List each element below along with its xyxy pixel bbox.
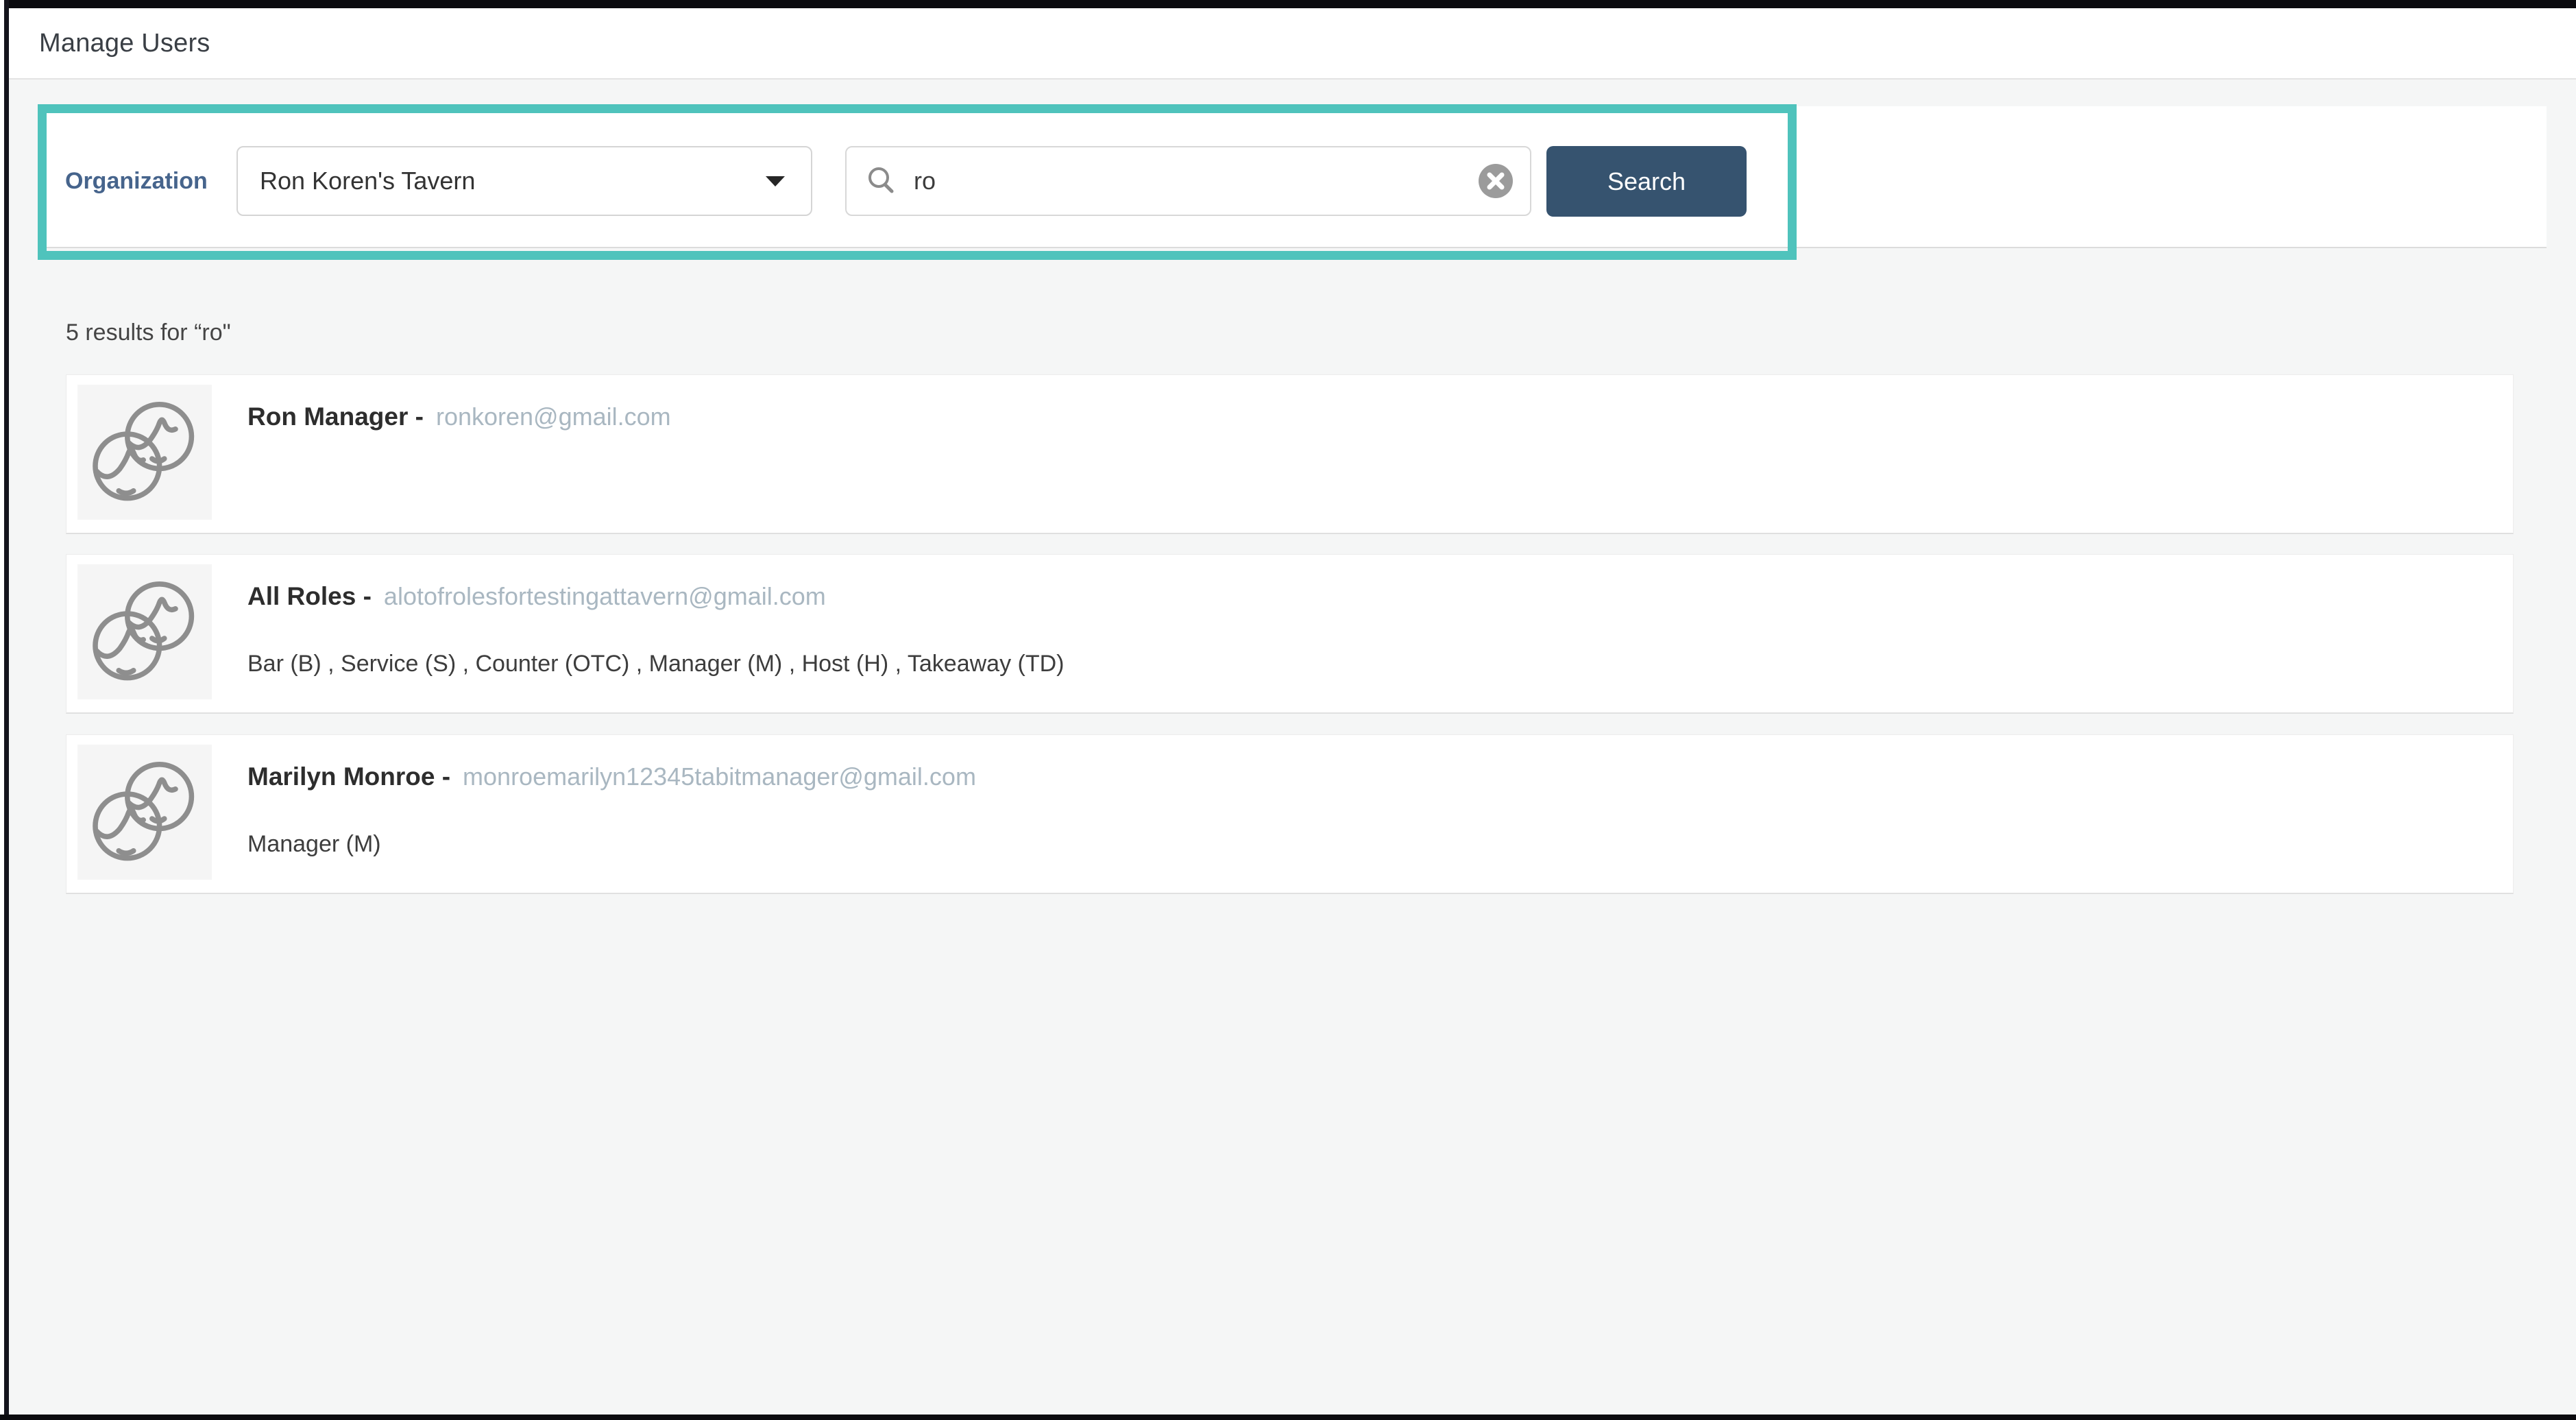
user-name-row: Ron Manager - ronkoren@gmail.com (247, 402, 671, 431)
user-card[interactable]: Marilyn Monroe - monroemarilyn12345tabit… (66, 734, 2514, 894)
two-faces-avatar-icon (83, 751, 206, 874)
window-frame-left-border (4, 0, 9, 1420)
page-title: Manage Users (39, 29, 210, 58)
two-faces-avatar-icon (83, 570, 206, 694)
user-card[interactable]: Ron Manager - ronkoren@gmail.com (66, 374, 2514, 534)
user-name: All Roles - (247, 582, 372, 611)
window-frame-bottom (0, 1415, 2576, 1420)
search-button[interactable]: Search (1546, 146, 1747, 217)
avatar (77, 385, 212, 520)
user-name: Ron Manager - (247, 402, 424, 431)
user-name-row: All Roles - alotofrolesfortestingattaver… (247, 582, 826, 611)
search-field (845, 146, 1531, 216)
caret-down-icon (766, 176, 785, 186)
avatar (77, 745, 212, 880)
user-email: ronkoren@gmail.com (436, 402, 671, 431)
user-email: alotofrolesfortestingattavern@gmail.com (384, 582, 826, 611)
page-header: Manage Users (9, 8, 2576, 80)
clear-circle-icon (1478, 163, 1514, 199)
results-summary: 5 results for “ro" (66, 320, 231, 346)
window-frame-top (0, 0, 2576, 8)
two-faces-avatar-icon (83, 391, 206, 514)
search-input[interactable] (912, 166, 1478, 196)
user-card[interactable]: All Roles - alotofrolesfortestingattaver… (66, 554, 2514, 714)
user-roles: Manager (M) (247, 831, 381, 858)
user-email: monroemarilyn12345tabitmanager@gmail.com (463, 762, 976, 791)
user-roles: Bar (B) , Service (S) , Counter (OTC) , … (247, 651, 1064, 677)
clear-search-button[interactable] (1478, 163, 1514, 199)
organization-label: Organization (65, 146, 208, 216)
search-icon (866, 165, 897, 197)
organization-select[interactable]: Ron Koren's Tavern (236, 146, 812, 216)
organization-select-value: Ron Koren's Tavern (260, 167, 475, 195)
manage-users-page: Manage Users Organization Ron Koren's Ta… (0, 0, 2576, 1420)
avatar (77, 564, 212, 699)
user-name: Marilyn Monroe - (247, 762, 450, 791)
user-name-row: Marilyn Monroe - monroemarilyn12345tabit… (247, 762, 976, 791)
